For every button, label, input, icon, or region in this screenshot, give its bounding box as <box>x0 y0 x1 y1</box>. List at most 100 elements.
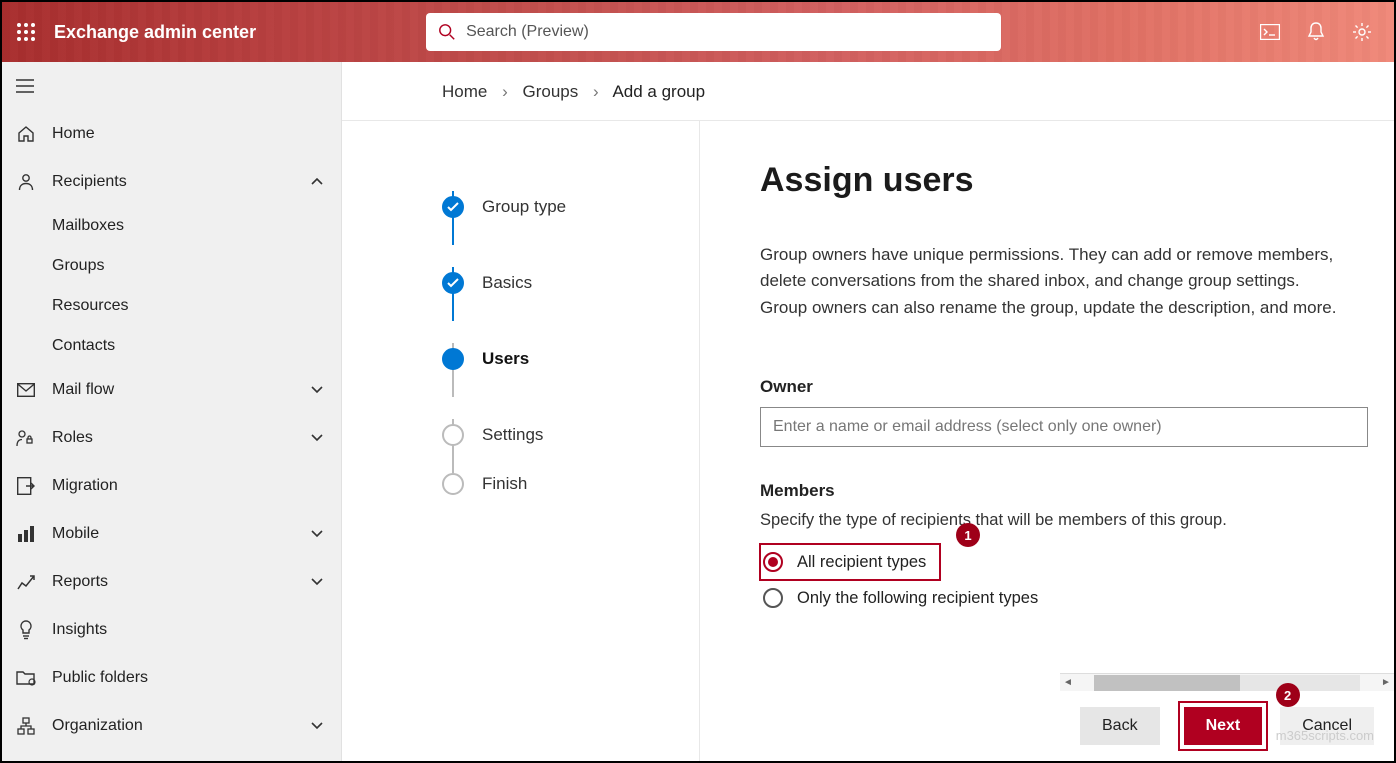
check-icon <box>447 278 459 288</box>
members-description: Specify the type of recipients that will… <box>760 511 1374 530</box>
folder-icon <box>14 670 38 686</box>
next-button[interactable]: Next <box>1184 707 1263 745</box>
step-label: Settings <box>482 425 543 445</box>
sidebar-label: Migration <box>52 477 327 495</box>
members-label: Members <box>760 481 1374 501</box>
check-icon <box>447 202 459 212</box>
chart-icon <box>14 573 38 591</box>
sidebar-toggle[interactable] <box>2 62 341 110</box>
notifications-button[interactable] <box>1306 22 1326 42</box>
breadcrumb-groups[interactable]: Groups <box>523 82 579 101</box>
annotation-2: 2 <box>1276 683 1300 707</box>
radio-label: All recipient types <box>797 553 926 572</box>
step-settings[interactable]: Settings <box>442 397 699 473</box>
brand-title: Exchange admin center <box>54 22 256 43</box>
page-title: Assign users <box>760 161 1374 200</box>
step-label: Users <box>482 349 529 369</box>
chevron-up-icon <box>311 173 327 191</box>
sidebar-recipients-children: Mailboxes Groups Resources Contacts <box>2 206 341 366</box>
sidebar-item-recipients[interactable]: Recipients <box>2 158 341 206</box>
sidebar-item-home[interactable]: Home <box>2 110 341 158</box>
step-label: Basics <box>482 273 532 293</box>
sidebar-label: Reports <box>52 573 311 591</box>
step-users[interactable]: Users <box>442 321 699 397</box>
chevron-down-icon <box>311 573 327 591</box>
mobile-icon <box>14 525 38 543</box>
hamburger-icon <box>16 79 34 93</box>
scroll-left-icon: ◄ <box>1060 677 1076 688</box>
shell-icon <box>1260 24 1280 40</box>
search-input[interactable] <box>466 23 989 41</box>
wizard-steps: Group type Basics Users Settings <box>342 121 700 761</box>
top-bar: Exchange admin center <box>2 2 1394 62</box>
sidebar-item-mobile[interactable]: Mobile <box>2 510 341 558</box>
radio-all-recipients[interactable]: All recipient types <box>760 544 940 580</box>
sidebar: Home Recipients Mailboxes Groups Resourc… <box>2 62 342 761</box>
sidebar-subitem-groups[interactable]: Groups <box>52 246 341 286</box>
breadcrumb-current: Add a group <box>612 82 705 101</box>
search-box[interactable] <box>426 13 1001 51</box>
wizard-footer: Back Next 2 Cancel <box>1060 691 1394 761</box>
migration-icon <box>14 477 38 495</box>
sidebar-item-organization[interactable]: Organization <box>2 702 341 750</box>
person-icon <box>14 173 38 191</box>
sidebar-item-migration[interactable]: Migration <box>2 462 341 510</box>
sidebar-subitem-contacts[interactable]: Contacts <box>52 326 341 366</box>
bell-icon <box>1307 22 1325 42</box>
step-label: Group type <box>482 197 566 217</box>
step-group-type[interactable]: Group type <box>442 169 699 245</box>
sidebar-label: Home <box>52 125 327 143</box>
step-label: Finish <box>482 474 527 494</box>
main-area: Home › Groups › Add a group Group type B… <box>342 62 1394 761</box>
step-finish[interactable]: Finish <box>442 473 699 495</box>
horizontal-scrollbar[interactable]: ◄ ► <box>1060 673 1394 691</box>
sidebar-label: Public folders <box>52 669 327 687</box>
radio-icon <box>763 588 783 608</box>
mail-icon <box>14 383 38 397</box>
page-description: Group owners have unique permissions. Th… <box>760 242 1340 321</box>
form-area: Assign users Group owners have unique pe… <box>700 121 1394 761</box>
owner-input[interactable] <box>760 407 1368 447</box>
org-icon <box>14 717 38 735</box>
radio-label: Only the following recipient types <box>797 589 1038 608</box>
topbar-actions <box>1260 22 1394 42</box>
chevron-down-icon <box>311 429 327 447</box>
owner-label: Owner <box>760 377 1374 397</box>
radio-only-following[interactable]: Only the following recipient types <box>760 580 1374 616</box>
waffle-icon <box>17 23 35 41</box>
watermark: m365scripts.com <box>1276 728 1374 743</box>
back-button[interactable]: Back <box>1080 707 1160 745</box>
shell-button[interactable] <box>1260 22 1280 42</box>
annotation-1: 1 <box>956 523 980 547</box>
breadcrumb-home[interactable]: Home <box>442 82 487 101</box>
breadcrumb: Home › Groups › Add a group <box>342 62 1394 121</box>
sidebar-item-mailflow[interactable]: Mail flow <box>2 366 341 414</box>
scroll-right-icon: ► <box>1378 677 1394 688</box>
chevron-down-icon <box>311 525 327 543</box>
chevron-right-icon: › <box>593 82 599 101</box>
search-icon <box>438 23 456 41</box>
sidebar-subitem-resources[interactable]: Resources <box>52 286 341 326</box>
gear-icon <box>1352 22 1372 42</box>
sidebar-label: Roles <box>52 429 311 447</box>
roles-icon <box>14 429 38 447</box>
sidebar-label: Mobile <box>52 525 311 543</box>
sidebar-item-publicfolders[interactable]: Public folders <box>2 654 341 702</box>
sidebar-label: Mail flow <box>52 381 311 399</box>
step-basics[interactable]: Basics <box>442 245 699 321</box>
sidebar-label: Recipients <box>52 173 311 191</box>
settings-button[interactable] <box>1352 22 1372 42</box>
sidebar-label: Organization <box>52 717 311 735</box>
search-wrapper <box>426 13 1001 51</box>
chevron-down-icon <box>311 717 327 735</box>
sidebar-subitem-mailboxes[interactable]: Mailboxes <box>52 206 341 246</box>
chevron-down-icon <box>311 381 327 399</box>
home-icon <box>14 125 38 143</box>
radio-icon <box>763 552 783 572</box>
sidebar-item-roles[interactable]: Roles <box>2 414 341 462</box>
sidebar-item-insights[interactable]: Insights <box>2 606 341 654</box>
chevron-right-icon: › <box>502 82 508 101</box>
bulb-icon <box>14 620 38 640</box>
app-launcher-button[interactable] <box>2 23 50 41</box>
sidebar-item-reports[interactable]: Reports <box>2 558 341 606</box>
